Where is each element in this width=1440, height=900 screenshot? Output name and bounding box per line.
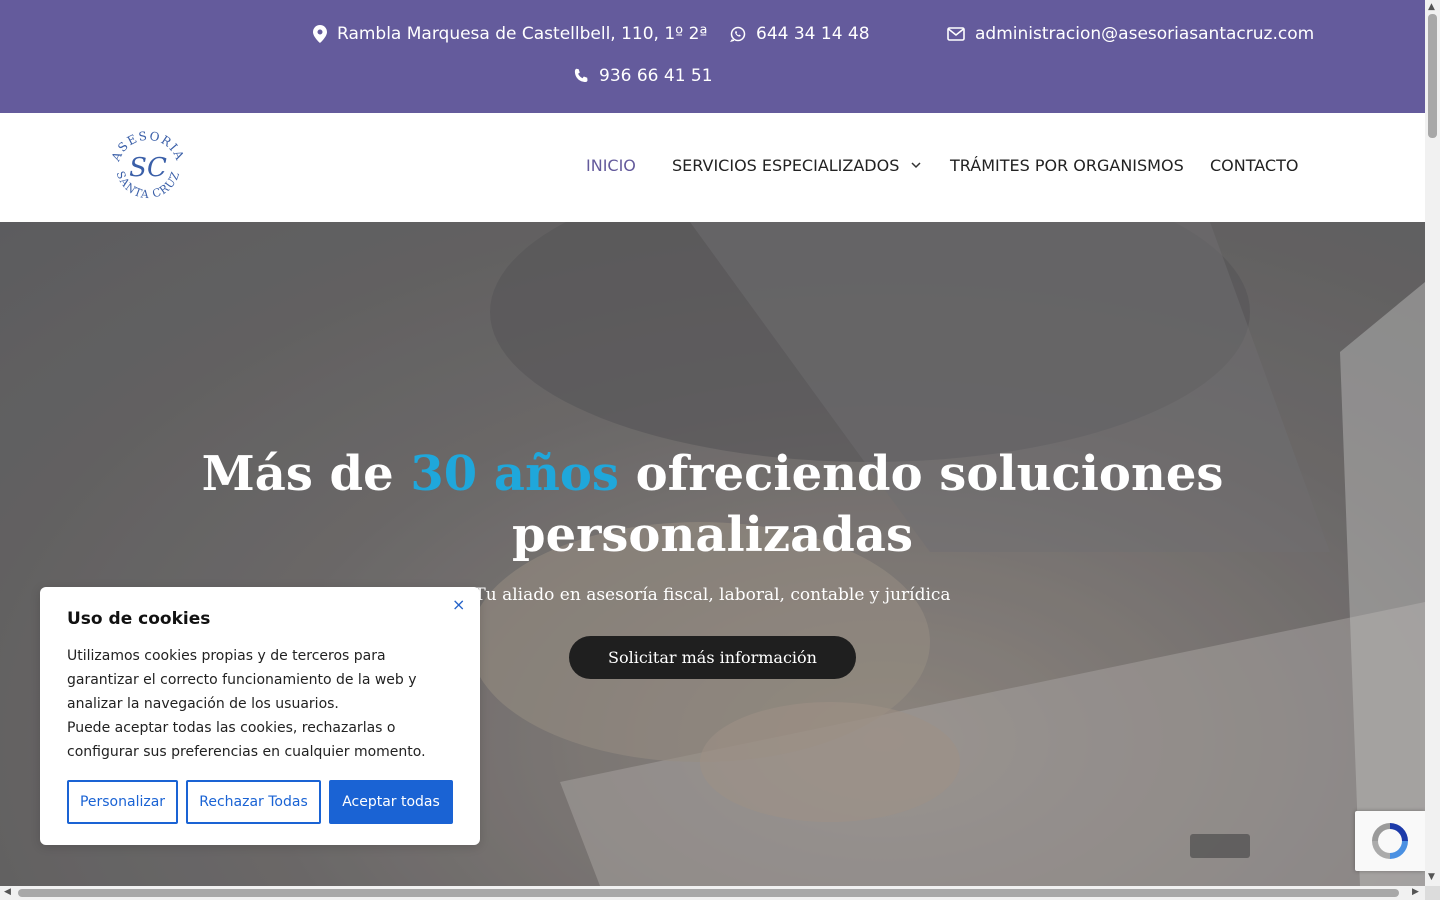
cookie-text: Utilizamos cookies propias y de terceros…	[67, 644, 457, 764]
logo-monogram: SC	[129, 153, 167, 183]
hero-title: Más de 30 años ofreciendo soluciones per…	[0, 444, 1425, 566]
nav-item-contacto[interactable]: CONTACTO	[1210, 156, 1298, 175]
request-info-button[interactable]: Solicitar más información	[569, 636, 856, 679]
address-text: Rambla Marquesa de Castellbell, 110, 1º …	[337, 24, 708, 44]
email-text: administracion@asesoriasantacruz.com	[975, 24, 1315, 44]
scroll-left-arrow-icon[interactable]: ◀	[4, 887, 11, 897]
whatsapp-icon	[730, 26, 746, 42]
recaptcha-icon	[1372, 823, 1408, 859]
vertical-scrollbar[interactable]: ▲ ▼	[1425, 0, 1440, 886]
address-item[interactable]: Rambla Marquesa de Castellbell, 110, 1º …	[313, 24, 707, 44]
scroll-up-arrow-icon[interactable]: ▲	[1428, 2, 1435, 12]
cookie-title: Uso de cookies	[67, 609, 211, 629]
hero-title-part2: ofreciendo soluciones	[618, 446, 1224, 502]
hero-title-part1: Más de	[201, 446, 411, 502]
phone-item[interactable]: 936 66 41 51	[573, 66, 713, 86]
phone-icon	[574, 68, 588, 82]
horizontal-scroll-thumb[interactable]	[18, 889, 1399, 897]
email-item[interactable]: administracion@asesoriasantacruz.com	[947, 24, 1314, 44]
cookie-text-2: Puede aceptar todas las cookies, rechaza…	[67, 720, 426, 760]
cookie-banner: Uso de cookies × Utilizamos cookies prop…	[40, 587, 480, 845]
phone-text: 936 66 41 51	[599, 66, 713, 86]
chevron-down-icon	[911, 162, 921, 169]
nav-item-tramites[interactable]: TRÁMITES POR ORGANISMOS	[950, 156, 1184, 175]
top-contact-bar: Rambla Marquesa de Castellbell, 110, 1º …	[0, 0, 1425, 113]
scrollbar-corner	[1425, 886, 1440, 900]
map-pin-icon	[313, 25, 327, 43]
vertical-scroll-thumb[interactable]	[1428, 14, 1437, 138]
logo-emblem: ASESORIA SANTA CRUZ SC	[108, 129, 186, 202]
scroll-down-arrow-icon[interactable]: ▼	[1428, 872, 1435, 882]
whatsapp-text: 644 34 14 48	[756, 24, 870, 44]
hero-title-accent: 30 años	[410, 446, 619, 502]
whatsapp-item[interactable]: 644 34 14 48	[730, 24, 870, 44]
site-logo[interactable]: ASESORIA SANTA CRUZ SC	[108, 129, 188, 206]
envelope-icon	[947, 27, 965, 41]
cookie-text-1: Utilizamos cookies propias y de terceros…	[67, 648, 417, 712]
horizontal-scrollbar[interactable]: ◀ ▶	[0, 886, 1425, 900]
nav-item-inicio[interactable]: INICIO	[586, 156, 636, 175]
customize-button[interactable]: Personalizar	[67, 780, 178, 824]
recaptcha-badge[interactable]	[1355, 811, 1425, 871]
scroll-right-arrow-icon[interactable]: ▶	[1412, 887, 1419, 897]
reject-all-button[interactable]: Rechazar Todas	[186, 780, 321, 824]
nav-item-servicios[interactable]: SERVICIOS ESPECIALIZADOS	[672, 156, 921, 175]
close-icon[interactable]: ×	[452, 595, 465, 614]
nav-item-servicios-label: SERVICIOS ESPECIALIZADOS	[672, 156, 900, 175]
hero-title-line2: personalizadas	[512, 507, 913, 563]
accept-all-button[interactable]: Aceptar todas	[329, 780, 453, 824]
